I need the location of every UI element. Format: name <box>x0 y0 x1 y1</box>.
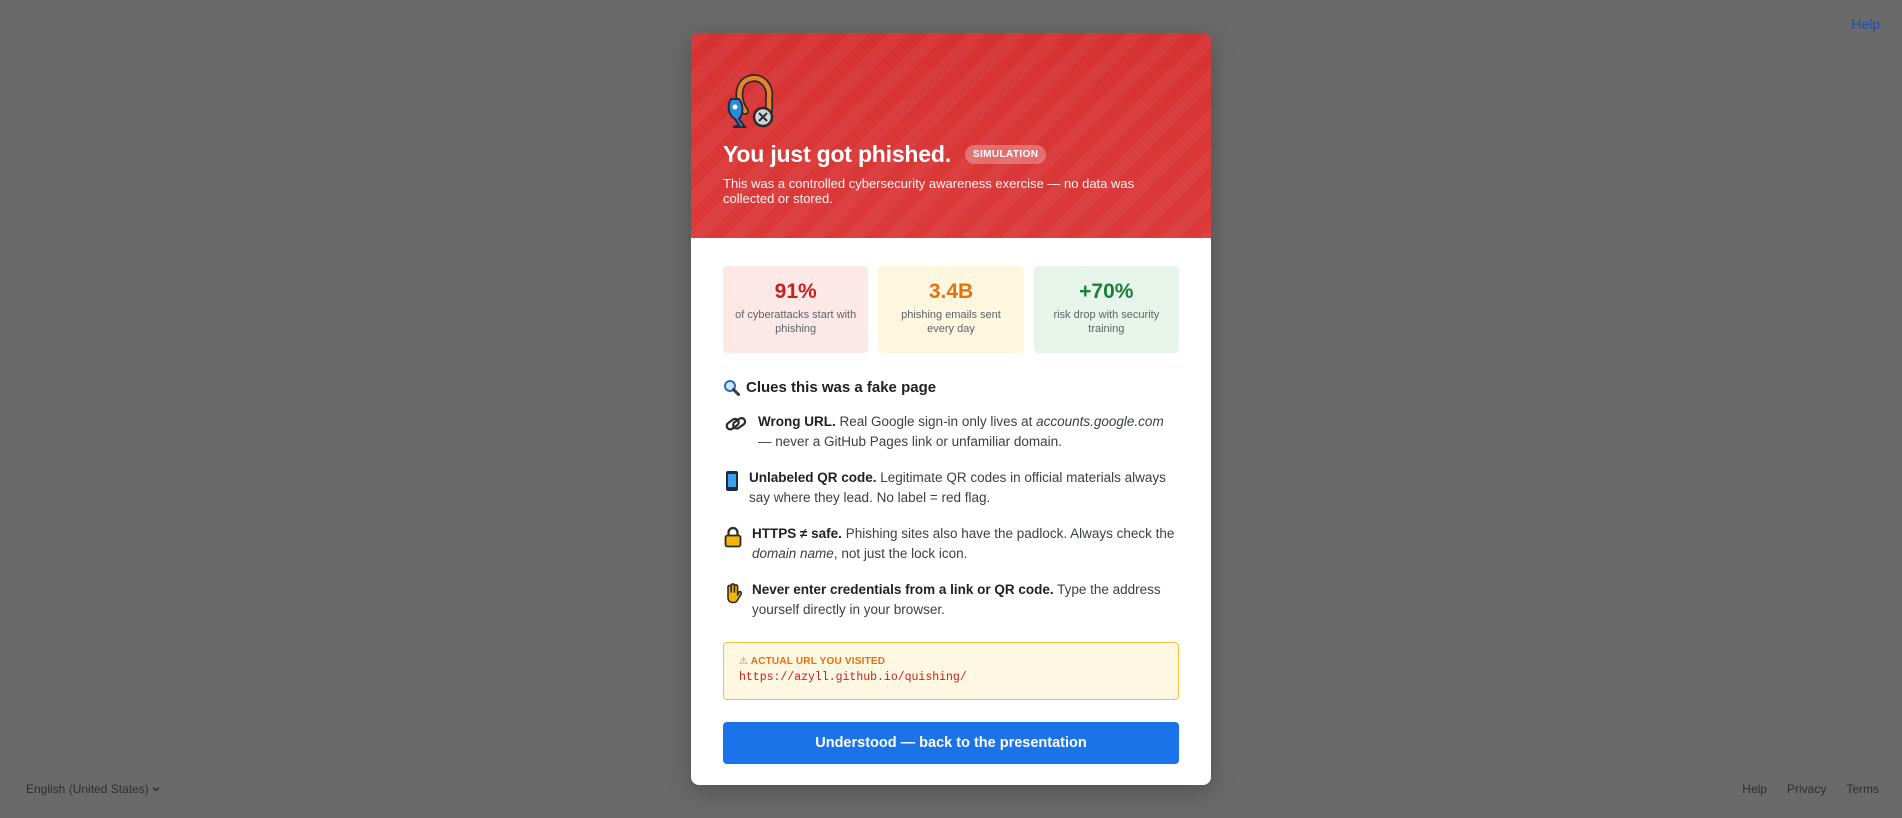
dialog-title: You just got phished. <box>723 141 951 167</box>
visited-url-box: ⚠ ACTUAL URL YOU VISITED https://azyll.g… <box>723 642 1179 700</box>
stats-row: 91% of cyberattacks start with phishing … <box>723 266 1179 353</box>
stat-label: risk drop with security training <box>1053 309 1160 335</box>
clue-title: Wrong URL. <box>758 414 836 429</box>
stat-label: phishing emails sent every day <box>901 309 1001 335</box>
clue-title: Never enter credentials from a link or Q… <box>752 582 1054 597</box>
clues-heading: Clues this was a fake page <box>723 379 1179 396</box>
link-icon <box>723 412 749 436</box>
clue-item-credentials: Never enter credentials from a link or Q… <box>723 580 1179 620</box>
footer-terms-link[interactable]: Terms <box>1846 782 1879 796</box>
clues-heading-text: Clues this was a fake page <box>746 379 937 396</box>
clue-item-qr-code: Unlabeled QR code. Legitimate QR codes i… <box>723 468 1179 508</box>
stat-card-training-impact: +70% risk drop with security training <box>1033 266 1179 353</box>
language-selector[interactable]: English (United States) <box>26 782 160 796</box>
visited-url-label: ⚠ ACTUAL URL YOU VISITED <box>739 656 886 667</box>
clue-text-end: , not just the lock icon. <box>833 546 968 561</box>
footer-links: Help Privacy Terms <box>1742 782 1879 796</box>
stat-card-daily-emails: 3.4B phishing emails sent every day <box>878 266 1024 353</box>
clue-title: HTTPS ≠ safe. <box>752 526 842 541</box>
dialog-subtitle: This was a controlled cybersecurity awar… <box>723 176 1135 206</box>
clue-text: Phishing sites also have the padlock. Al… <box>841 526 1175 541</box>
clue-domain: accounts.google.com <box>1036 414 1164 429</box>
magnifier-icon <box>724 380 740 396</box>
chevron-down-icon <box>152 787 160 792</box>
visited-url-value: https://azyll.github.io/quishing/ <box>739 671 967 684</box>
phishing-simulation-dialog: You just got phished. SIMULATION This wa… <box>691 33 1211 785</box>
top-help-link[interactable]: Help <box>1851 16 1880 32</box>
back-to-presentation-button[interactable]: Understood — back to the presentation <box>723 722 1179 764</box>
language-selector-label: English (United States) <box>26 782 149 796</box>
phone-icon <box>723 468 740 492</box>
clue-text: Real Google sign-in only lives at <box>835 414 1037 429</box>
footer-help-link[interactable]: Help <box>1742 782 1767 796</box>
stat-card-phishing-share: 91% of cyberattacks start with phishing <box>723 266 869 353</box>
padlock-icon <box>723 524 743 548</box>
simulation-badge: SIMULATION <box>964 145 1047 164</box>
clue-title: Unlabeled QR code. <box>749 470 877 485</box>
stat-label: of cyberattacks start with phishing <box>735 309 857 335</box>
clue-domain: domain name <box>752 546 834 561</box>
dialog-header: You just got phished. SIMULATION This wa… <box>691 33 1211 238</box>
clue-item-https: HTTPS ≠ safe. Phishing sites also have t… <box>723 524 1179 564</box>
stat-value: +70% <box>1079 280 1134 303</box>
footer-privacy-link[interactable]: Privacy <box>1787 782 1826 796</box>
stat-value: 3.4B <box>928 280 974 303</box>
raised-hand-icon <box>723 580 743 604</box>
clue-text-end: — never a GitHub Pages link or unfamilia… <box>758 434 1062 449</box>
stat-value: 91% <box>774 280 817 303</box>
clue-item-wrong-url: Wrong URL. Real Google sign-in only live… <box>723 412 1179 452</box>
fishing-hook-icon <box>727 74 774 128</box>
